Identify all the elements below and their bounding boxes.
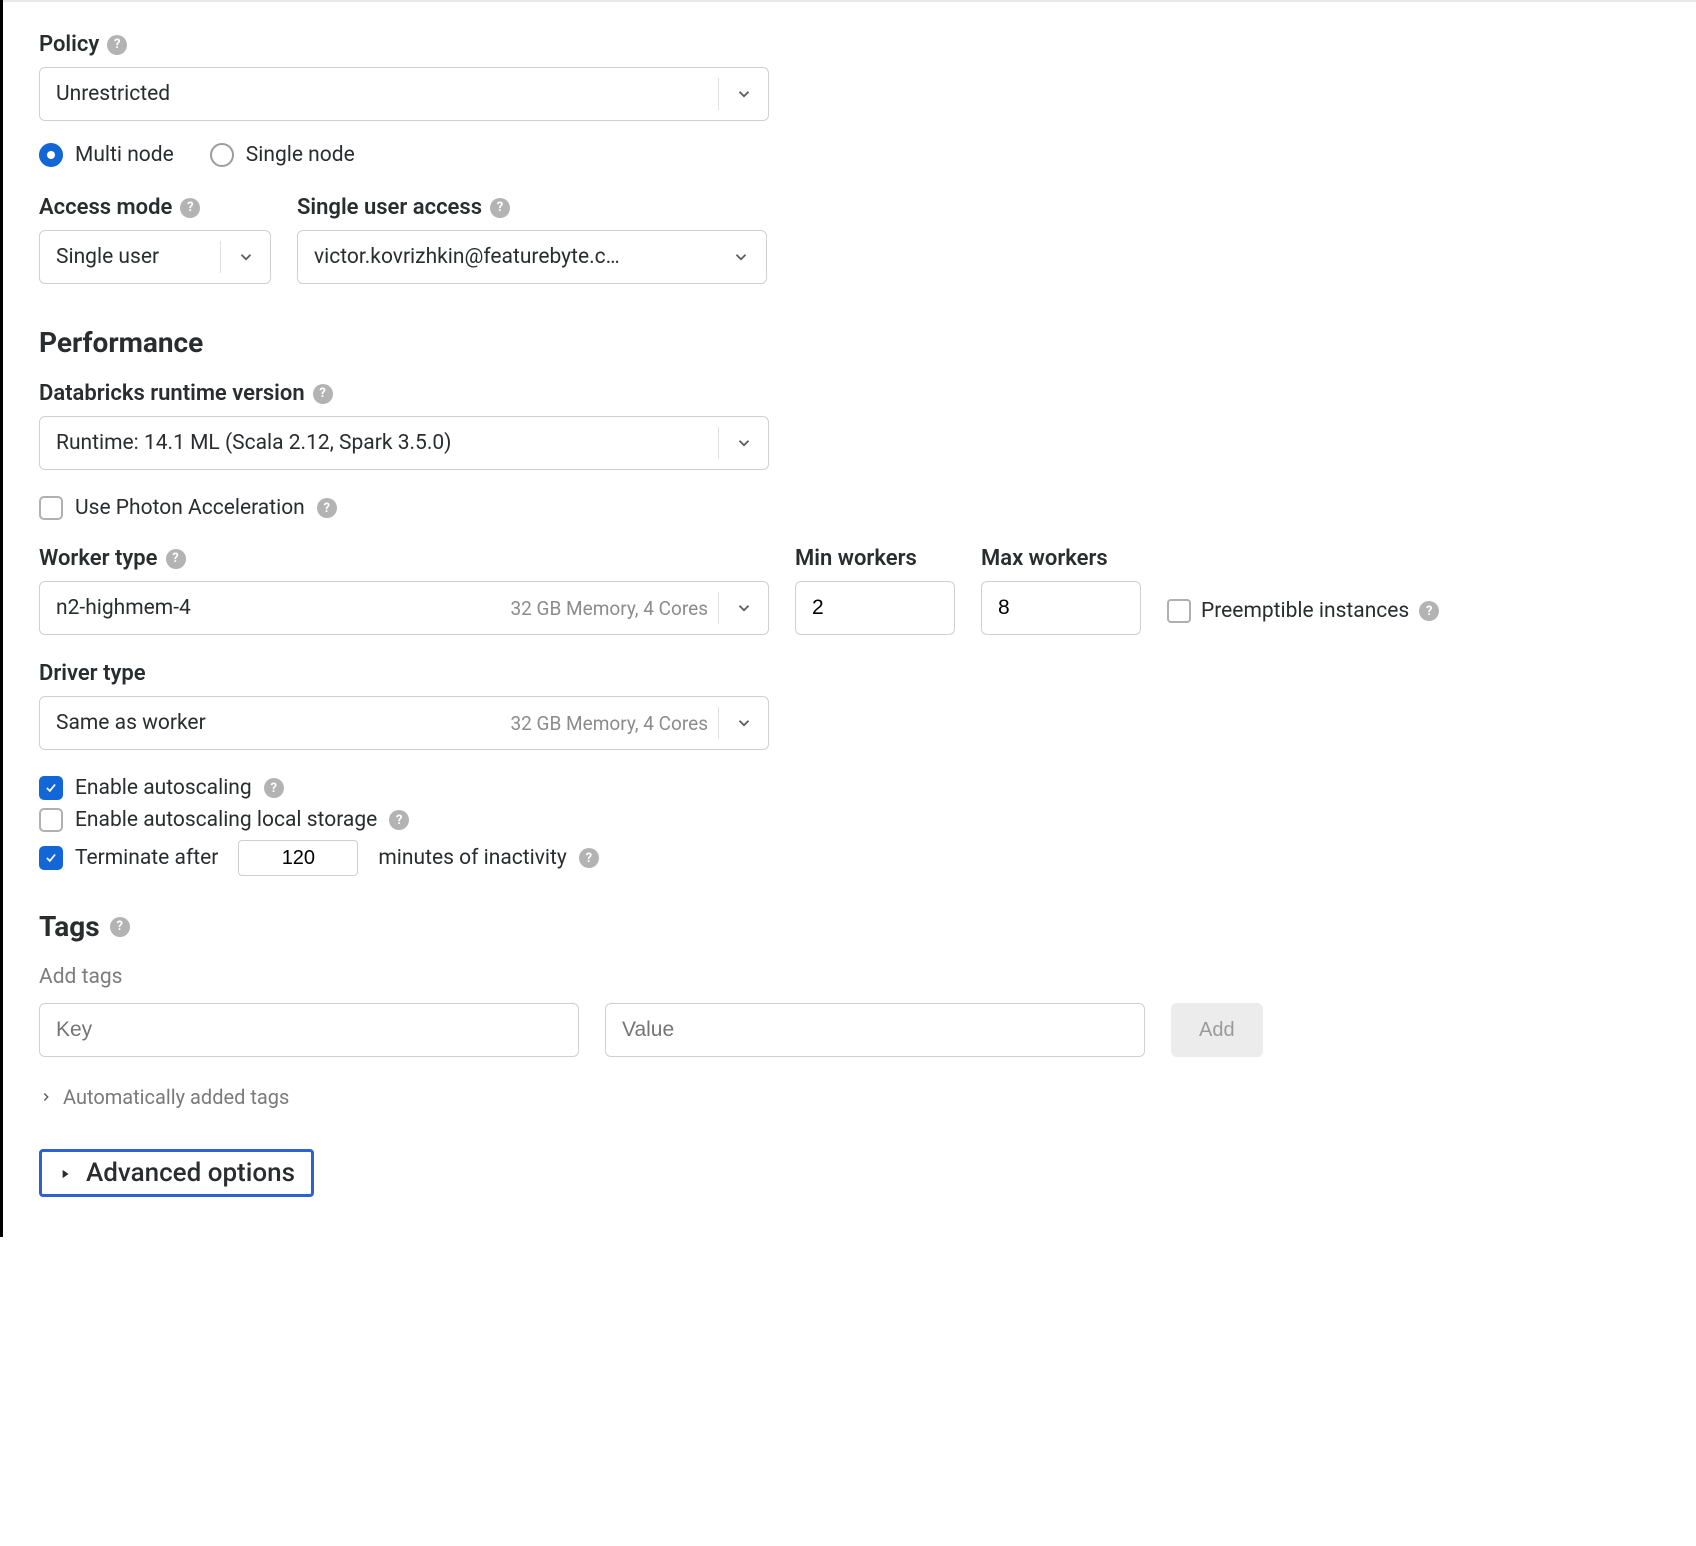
driver-type-label: Driver type <box>39 661 146 686</box>
help-icon[interactable]: ? <box>110 917 130 937</box>
terminate-label-pre: Terminate after <box>75 846 218 870</box>
multi-node-radio[interactable]: Multi node <box>39 143 174 167</box>
help-icon[interactable]: ? <box>264 778 284 798</box>
autoscaling-label: Enable autoscaling <box>75 776 252 800</box>
help-icon[interactable]: ? <box>389 810 409 830</box>
single-user-access-label: Single user access <box>297 195 482 220</box>
tag-value-input[interactable] <box>605 1003 1145 1057</box>
tag-key-input[interactable] <box>39 1003 579 1057</box>
worker-type-select[interactable]: n2-highmem-4 32 GB Memory, 4 Cores <box>39 581 769 635</box>
chevron-down-icon <box>718 707 768 738</box>
help-icon[interactable]: ? <box>166 549 186 569</box>
single-user-access-value: victor.kovrizhkin@featurebyte.c… <box>298 245 716 269</box>
chevron-right-icon <box>39 1085 53 1109</box>
policy-select[interactable]: Unrestricted <box>39 67 769 121</box>
runtime-value: Runtime: 14.1 ML (Scala 2.12, Spark 3.5.… <box>40 431 718 455</box>
help-icon[interactable]: ? <box>317 498 337 518</box>
help-icon[interactable]: ? <box>180 198 200 218</box>
photon-checkbox[interactable] <box>39 496 63 520</box>
access-mode-label: Access mode <box>39 195 172 220</box>
triangle-right-icon <box>58 1158 72 1188</box>
chevron-down-icon <box>718 592 768 623</box>
runtime-label: Databricks runtime version <box>39 381 305 406</box>
help-icon[interactable]: ? <box>313 384 333 404</box>
worker-type-specs: 32 GB Memory, 4 Cores <box>510 597 718 620</box>
driver-type-specs: 32 GB Memory, 4 Cores <box>510 712 718 735</box>
add-tag-button[interactable]: Add <box>1171 1003 1263 1057</box>
access-mode-select[interactable]: Single user <box>39 230 271 284</box>
runtime-select[interactable]: Runtime: 14.1 ML (Scala 2.12, Spark 3.5.… <box>39 416 769 470</box>
single-node-radio[interactable]: Single node <box>210 143 355 167</box>
autoscaling-local-label: Enable autoscaling local storage <box>75 808 377 832</box>
min-workers-label: Min workers <box>795 546 917 571</box>
autoscaling-checkbox[interactable] <box>39 776 63 800</box>
chevron-down-icon <box>716 241 766 272</box>
single-user-access-select[interactable]: victor.kovrizhkin@featurebyte.c… <box>297 230 767 284</box>
single-node-label: Single node <box>246 143 355 167</box>
auto-tags-label: Automatically added tags <box>63 1085 289 1109</box>
help-icon[interactable]: ? <box>490 198 510 218</box>
terminate-minutes-input[interactable] <box>238 840 358 876</box>
min-workers-input[interactable] <box>795 581 955 635</box>
driver-type-value: Same as worker <box>40 711 510 735</box>
chevron-down-icon <box>718 78 768 109</box>
worker-type-label: Worker type <box>39 546 158 571</box>
policy-value: Unrestricted <box>40 82 718 106</box>
chevron-down-icon <box>220 241 270 272</box>
help-icon[interactable]: ? <box>107 35 127 55</box>
advanced-options-toggle[interactable]: Advanced options <box>39 1149 314 1197</box>
policy-label: Policy <box>39 32 99 57</box>
auto-tags-toggle[interactable]: Automatically added tags <box>39 1085 1660 1109</box>
access-mode-value: Single user <box>40 245 220 269</box>
max-workers-input[interactable] <box>981 581 1141 635</box>
multi-node-label: Multi node <box>75 143 174 167</box>
autoscaling-local-checkbox[interactable] <box>39 808 63 832</box>
help-icon[interactable]: ? <box>579 848 599 868</box>
preemptible-label: Preemptible instances <box>1201 599 1409 623</box>
performance-heading: Performance <box>39 326 1660 359</box>
preemptible-checkbox[interactable] <box>1167 599 1191 623</box>
terminate-label-post: minutes of inactivity <box>378 846 566 870</box>
tags-subtitle: Add tags <box>39 965 1660 989</box>
terminate-checkbox[interactable] <box>39 846 63 870</box>
advanced-options-label: Advanced options <box>86 1158 295 1188</box>
photon-label: Use Photon Acceleration <box>75 496 305 520</box>
worker-type-value: n2-highmem-4 <box>40 596 510 620</box>
help-icon[interactable]: ? <box>1419 601 1439 621</box>
tags-heading: Tags <box>39 910 100 943</box>
chevron-down-icon <box>718 427 768 458</box>
driver-type-select[interactable]: Same as worker 32 GB Memory, 4 Cores <box>39 696 769 750</box>
max-workers-label: Max workers <box>981 546 1108 571</box>
